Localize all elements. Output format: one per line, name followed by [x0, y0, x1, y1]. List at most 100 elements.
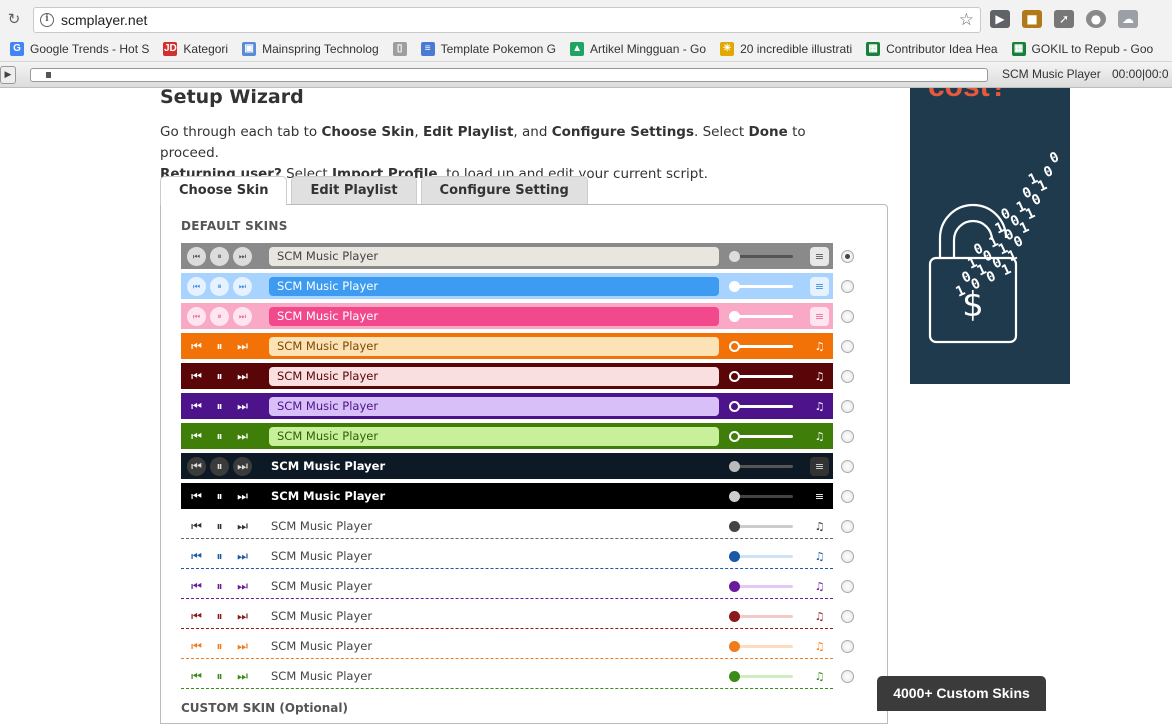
previous-icon: ⏮ — [191, 369, 202, 383]
skin-radio[interactable] — [841, 640, 854, 653]
skin-controls: ⏮ ⏸ ⏭ — [187, 637, 252, 656]
skin-controls: ⏮ ⏸ ⏭ — [187, 337, 252, 356]
skin-option-row[interactable]: ⏮ ⏸ ⏭ SCM Music Player ≡ — [181, 303, 833, 329]
skin-option-row[interactable]: ⏮ ⏸ ⏭ SCM Music Player ≡ — [181, 273, 833, 299]
bookmark-item[interactable]: ☀ 20 incredible illustrati — [720, 41, 852, 56]
pause-icon: ⏸ — [210, 307, 229, 326]
volume-slider — [729, 611, 793, 622]
advertisement[interactable]: cost? $ 01 00 10 1 01 0 10 1 0 11 0 1 00… — [910, 88, 1070, 384]
skin-controls: ⏮ ⏸ ⏭ — [187, 667, 252, 686]
pause-icon: ⏸ — [210, 247, 229, 266]
info-icon[interactable]: i — [40, 13, 54, 27]
skin-controls: ⏮ ⏸ ⏭ — [187, 367, 252, 386]
skin-radio[interactable] — [841, 520, 854, 533]
skin-title: SCM Music Player — [269, 367, 719, 386]
bookmark-item[interactable]: ▯ — [392, 41, 407, 56]
bookmark-item[interactable]: ▦ GOKIL to Repub - Goo — [1011, 41, 1154, 56]
skin-radio[interactable] — [841, 490, 854, 503]
play-icon[interactable]: ▶ — [0, 66, 16, 84]
bookmark-star-icon[interactable]: ☆ — [959, 10, 974, 30]
skin-option-row[interactable]: ⏮ ⏸ ⏭ SCM Music Player ♫ — [181, 663, 833, 689]
sheets-icon: ▦ — [866, 41, 881, 56]
skin-option-row[interactable]: ⏮ ⏸ ⏭ SCM Music Player ♫ — [181, 423, 833, 449]
skin-radio[interactable] — [841, 310, 854, 323]
jd-icon: JD — [163, 41, 178, 56]
youtube-extension-icon[interactable]: ▶ — [990, 10, 1010, 28]
volume-knob — [729, 671, 740, 682]
skin-radio[interactable] — [841, 280, 854, 293]
bookmark-label: GOKIL to Repub - Goo — [1031, 41, 1154, 56]
url-text[interactable]: scmplayer.net — [61, 12, 147, 28]
bookmark-item[interactable]: ▲ Artikel Mingguan - Go — [570, 41, 706, 56]
skin-title: SCM Music Player — [271, 489, 386, 503]
skin-radio[interactable] — [841, 460, 854, 473]
speed-extension-icon[interactable]: ● — [1086, 10, 1106, 28]
skin-controls: ⏮ ⏸ ⏭ — [187, 517, 252, 536]
skin-option-row[interactable]: ⏮ ⏸ ⏭ SCM Music Player ♫ — [181, 573, 833, 599]
google-icon: G — [10, 41, 24, 56]
skin-radio[interactable] — [841, 430, 854, 443]
skin-radio[interactable] — [841, 550, 854, 563]
bookmarks-bar: G Google Trends - Hot S JD Kategori ▣ Mainspr… — [0, 36, 1172, 62]
skin-radio[interactable] — [841, 580, 854, 593]
volume-slider — [729, 491, 793, 502]
skin-radio[interactable] — [841, 370, 854, 383]
skin-radio[interactable] — [841, 610, 854, 623]
playlist-icon: ≡ — [810, 457, 829, 476]
seek-knob[interactable] — [46, 72, 51, 78]
skin-option-row[interactable]: ⏮ ⏸ ⏭ SCM Music Player ♫ — [181, 603, 833, 629]
player-time: 00:00|00:0 — [1112, 67, 1169, 81]
skin-option-row[interactable]: ⏮ ⏸ ⏭ SCM Music Player ♫ — [181, 333, 833, 359]
skin-option-row[interactable]: ⏮ ⏸ ⏭ SCM Music Player ♫ — [181, 363, 833, 389]
reload-icon[interactable]: ↻ — [4, 9, 24, 29]
choose-skin-panel: DEFAULT SKINS CUSTOM SKIN (Optional) ⏮ ⏸ ⏭… — [160, 204, 888, 724]
skin-radio[interactable] — [841, 340, 854, 353]
skin-controls: ⏮ ⏸ ⏭ — [187, 307, 252, 326]
next-icon: ⏭ — [237, 579, 248, 593]
skin-option-row[interactable]: ⏮ ⏸ ⏭ SCM Music Player ≡ — [181, 453, 833, 479]
tools-extension-icon[interactable]: ➚ — [1054, 10, 1074, 28]
skin-option-row[interactable]: ⏮ ⏸ ⏭ SCM Music Player ♫ — [181, 393, 833, 419]
bookmark-item[interactable]: JD Kategori — [163, 41, 228, 56]
skin-option-row[interactable]: ⏮ ⏸ ⏭ SCM Music Player ≡ — [181, 243, 833, 269]
intro-text-part: , and — [513, 124, 552, 140]
skin-option-row[interactable]: ⏮ ⏸ ⏭ SCM Music Player ♫ — [181, 633, 833, 659]
previous-icon: ⏮ — [187, 307, 206, 326]
skin-option-row[interactable]: ⏮ ⏸ ⏭ SCM Music Player ♫ — [181, 513, 833, 539]
document-icon: ▯ — [392, 41, 407, 56]
bookmark-item[interactable]: ▦ Contributor Idea Hea — [866, 41, 998, 56]
playlist-icon: ≡ — [810, 277, 829, 296]
tab-choose-skin[interactable]: Choose Skin — [160, 176, 288, 205]
volume-knob — [729, 611, 740, 622]
docs-icon: ≡ — [420, 41, 435, 56]
bookmark-item[interactable]: ≡ Template Pokemon G — [420, 41, 556, 56]
honey-extension-icon[interactable]: ■ — [1022, 10, 1042, 28]
tab-configure-setting[interactable]: Configure Setting — [420, 176, 588, 204]
skin-title: SCM Music Player — [269, 427, 719, 446]
intro-bold-done: Done — [748, 124, 788, 140]
skin-option-row[interactable]: ⏮ ⏸ ⏭ SCM Music Player ≡ — [181, 483, 833, 509]
volume-slider — [729, 401, 793, 412]
tab-edit-playlist[interactable]: Edit Playlist — [291, 176, 417, 204]
address-bar[interactable]: i scmplayer.net ☆ — [33, 7, 981, 33]
bookmark-item[interactable]: ▣ Mainspring Technolog — [242, 41, 379, 56]
skin-title: SCM Music Player — [269, 397, 719, 416]
skin-title: SCM Music Player — [269, 307, 719, 326]
skin-radio[interactable] — [841, 400, 854, 413]
intro-text-part: , — [414, 124, 423, 140]
cloud-extension-icon[interactable]: ☁ — [1118, 10, 1138, 28]
bookmark-item[interactable]: G Google Trends - Hot S — [10, 41, 149, 56]
previous-icon: ⏮ — [191, 579, 202, 593]
skin-radio[interactable] — [841, 670, 854, 683]
custom-skin-label: CUSTOM SKIN (Optional) — [181, 701, 348, 715]
skin-option-row[interactable]: ⏮ ⏸ ⏭ SCM Music Player ♫ — [181, 543, 833, 569]
seek-track[interactable] — [30, 68, 988, 82]
volume-slider — [729, 431, 793, 442]
playlist-icon: ≡ — [814, 490, 825, 503]
custom-skins-button[interactable]: 4000+ Custom Skins — [877, 676, 1046, 711]
playlist-icon: ≡ — [810, 307, 829, 326]
page-title: Setup Wizard — [160, 86, 304, 108]
skin-radio[interactable] — [841, 250, 854, 263]
playlist-icon: ♫ — [814, 580, 825, 593]
volume-slider — [729, 641, 793, 652]
